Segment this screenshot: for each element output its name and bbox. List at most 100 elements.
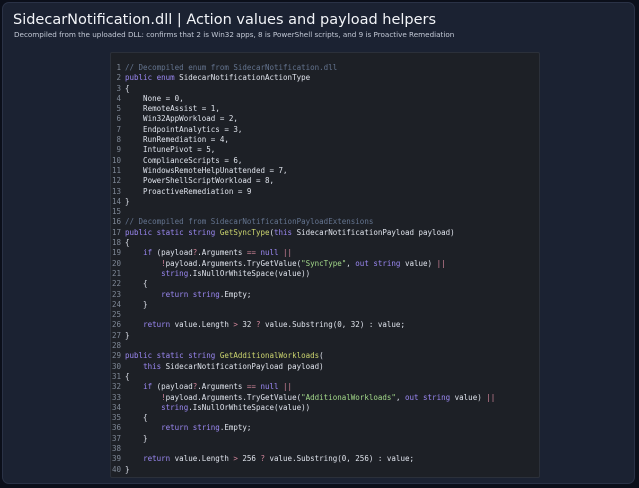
code-token: ,: [341, 320, 351, 330]
code-token: value.Substring(: [264, 454, 342, 464]
code-token: value.Length: [170, 320, 234, 330]
code-text: {: [125, 238, 130, 248]
code-token: out: [404, 392, 419, 402]
line-number: 7: [116, 124, 121, 134]
code-line: 31 {: [111, 372, 539, 382]
code-token: public: [125, 351, 153, 361]
code-token: string: [188, 227, 216, 237]
line-number: 26: [111, 320, 121, 330]
code-token: .IsNullOrWhiteSpace(value)): [188, 402, 311, 412]
line-number: 16: [111, 217, 121, 227]
code-token: }: [125, 196, 130, 206]
code-line: 29 public static string GetAdditionalWork…: [111, 351, 539, 361]
code-text: None = 0,: [125, 94, 184, 104]
code-token: ,: [269, 176, 275, 186]
code-token: public: [125, 73, 153, 83]
line-number: 22: [111, 279, 121, 289]
code-text: !payload.Arguments.TryGetValue("Addition…: [125, 393, 495, 403]
code-token: string: [192, 289, 220, 299]
code-text: return value.Length > 32 ? value.Substri…: [125, 320, 405, 330]
code-token: {: [125, 371, 130, 381]
code-line: 20 !payload.Arguments.TryGetValue("SyncT…: [111, 259, 539, 269]
code-line: 7 EndpointAnalytics = 3,: [111, 125, 539, 135]
line-number: 38: [111, 443, 121, 453]
code-token: payload.Arguments.TryGetValue(: [165, 258, 302, 268]
code-line: 18 {: [111, 238, 539, 248]
code-text: !payload.Arguments.TryGetValue("SyncType…: [125, 258, 446, 269]
code-line: 39 return value.Length > 256 ? value.Sub…: [111, 454, 539, 464]
code-text: }: [125, 197, 130, 207]
code-token: ,: [210, 145, 216, 155]
line-number: 15: [111, 207, 121, 217]
line-number: 18: [111, 238, 121, 248]
code-line: 24 }: [111, 300, 539, 310]
code-line: 14}: [111, 197, 539, 207]
line-number: 1: [116, 63, 121, 72]
code-text: return value.Length > 256 ? value.Substr…: [125, 454, 414, 464]
code-token: // Decompiled enum from SidecarNotificat…: [125, 63, 338, 72]
code-text: // Decompiled enum from SidecarNotificat…: [125, 63, 337, 73]
code-text: ProactiveRemediation = 9: [125, 187, 251, 197]
code-text: public static string GetAdditionalWorklo…: [125, 351, 324, 361]
line-number: 12: [111, 176, 121, 186]
line-number: 20: [111, 258, 121, 268]
code-line: 36 return string.Empty;: [111, 423, 539, 433]
code-token: ,: [224, 135, 229, 145]
code-token: ,: [346, 454, 356, 464]
code-text: {: [125, 84, 130, 94]
code-token: payload.Arguments.TryGetValue(: [165, 392, 302, 402]
code-token: ComplianceScripts =: [125, 155, 234, 165]
code-line: 28: [111, 341, 539, 351]
code-token: }: [125, 330, 130, 340]
line-number: 34: [111, 402, 121, 412]
code-text: if (payload?.Arguments == null ||: [125, 248, 292, 258]
code-token: ||: [436, 258, 446, 268]
line-number: 28: [111, 341, 121, 351]
code-text: }: [125, 434, 148, 444]
code-token: value): [450, 392, 487, 402]
code-line: 5 RemoteAssist = 1,: [111, 104, 539, 114]
code-token: value): [400, 258, 437, 268]
line-number: 35: [111, 413, 121, 423]
line-number: 4: [116, 93, 121, 103]
code-text: string.IsNullOrWhiteSpace(value)): [125, 269, 310, 279]
code-token: {: [125, 413, 148, 423]
code-line: 21 string.IsNullOrWhiteSpace(value)): [111, 269, 539, 279]
code-token: null: [260, 248, 279, 258]
code-line: 34 string.IsNullOrWhiteSpace(value)): [111, 403, 539, 413]
code-line: 19 if (payload?.Arguments == null ||: [111, 248, 539, 258]
code-token: ProactiveRemediation =: [125, 186, 247, 196]
code-token: .Empty;: [219, 423, 252, 433]
code-token: ) : value;: [368, 454, 414, 464]
code-text: EndpointAnalytics = 3,: [125, 125, 242, 135]
line-number: 14: [111, 196, 121, 206]
code-token: .Arguments: [197, 248, 247, 258]
code-token: ||: [486, 392, 496, 402]
line-number: 10: [111, 155, 121, 165]
code-line: 35 {: [111, 413, 539, 423]
code-token: None =: [125, 93, 175, 103]
code-viewer[interactable]: 1 // Decompiled enum from SidecarNotifica…: [110, 52, 540, 478]
line-number: 30: [111, 361, 121, 371]
code-token: Win32AppWorkload =: [125, 114, 229, 124]
code-line: 40}: [111, 465, 539, 475]
line-number: 5: [116, 104, 121, 114]
code-line: 22 {: [111, 279, 539, 289]
code-token: string: [188, 351, 216, 361]
line-number: 8: [116, 135, 121, 145]
code-token: ||: [283, 248, 293, 258]
code-token: }: [125, 299, 148, 309]
code-token: "AdditionalWorkloads": [301, 392, 396, 402]
code-line: 6 Win32AppWorkload = 2,: [111, 114, 539, 124]
code-token: ,: [237, 124, 243, 134]
code-text: IntunePivot = 5,: [125, 145, 215, 155]
code-token: SidecarNotificationActionType: [174, 73, 311, 83]
code-token: 9: [246, 186, 252, 196]
code-text: {: [125, 372, 130, 382]
code-token: return: [143, 454, 171, 464]
code-token: }: [125, 464, 130, 474]
page-subtitle: Decompiled from the uploaded DLL: confir…: [14, 30, 455, 39]
